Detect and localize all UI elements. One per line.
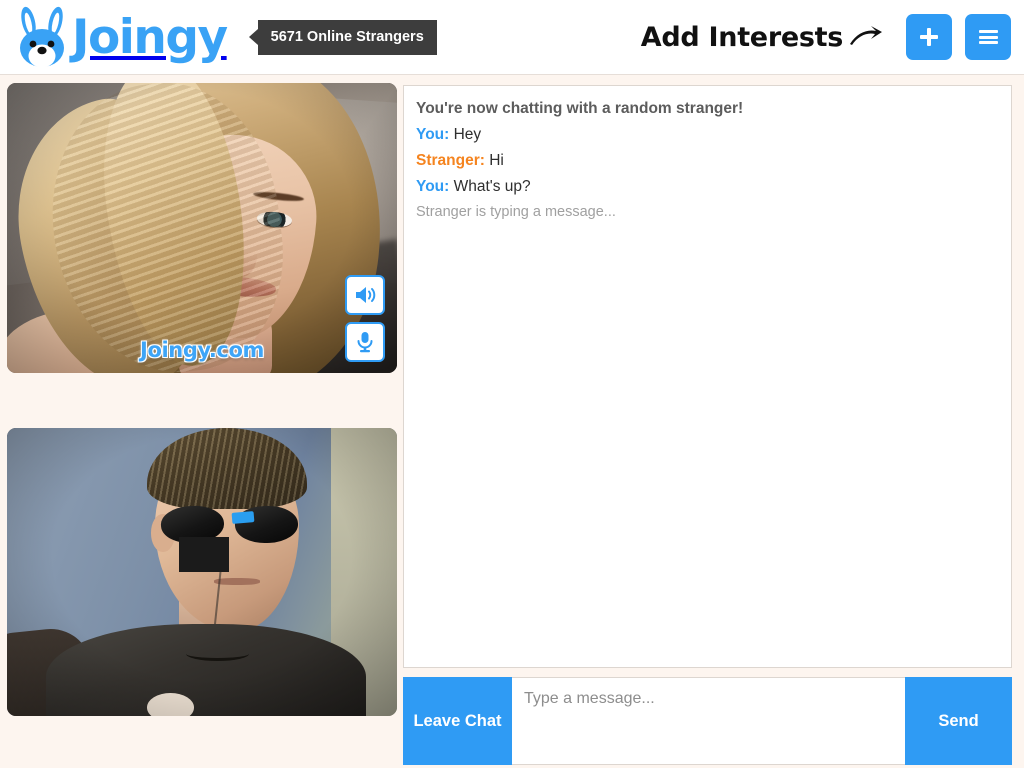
header-actions: Add Interests bbox=[641, 14, 1011, 60]
message-composer: Leave Chat Send bbox=[403, 677, 1012, 765]
message-input[interactable] bbox=[512, 677, 905, 765]
online-strangers-badge: 5671 Online Strangers bbox=[248, 19, 437, 55]
message-text: Hey bbox=[453, 126, 482, 144]
send-button[interactable]: Send bbox=[905, 677, 1012, 765]
typing-indicator: Stranger is typing a message... bbox=[416, 204, 616, 221]
self-video[interactable] bbox=[7, 428, 397, 716]
microphone-icon[interactable] bbox=[345, 322, 385, 362]
message-author: Stranger: bbox=[416, 152, 485, 170]
add-interests-button[interactable] bbox=[906, 14, 952, 60]
video-controls bbox=[345, 275, 385, 362]
message-author: You: bbox=[416, 126, 450, 144]
logo-text: Joingy bbox=[72, 9, 228, 65]
curved-arrow-icon bbox=[850, 26, 882, 45]
message-text: What's up? bbox=[453, 178, 531, 196]
message-author: You: bbox=[416, 178, 450, 196]
chat-system-message: You're now chatting with a random strang… bbox=[416, 100, 744, 117]
stranger-video-frame bbox=[7, 83, 397, 373]
hamburger-menu-icon bbox=[978, 30, 998, 44]
bunny-icon bbox=[20, 6, 64, 68]
self-video-frame bbox=[7, 428, 397, 716]
plus-icon bbox=[920, 28, 938, 46]
message-text: Hi bbox=[489, 152, 504, 170]
chat-message: You: What's up? bbox=[416, 174, 999, 200]
stranger-video[interactable]: Joingy.com bbox=[7, 83, 397, 373]
online-strangers-count: 5671 Online Strangers bbox=[257, 19, 437, 55]
site-header: Joingy 5671 Online Strangers Add Interes… bbox=[0, 0, 1024, 75]
leave-chat-button[interactable]: Leave Chat bbox=[403, 677, 512, 765]
menu-button[interactable] bbox=[965, 14, 1011, 60]
chat-message: You: Hey bbox=[416, 122, 999, 148]
joingy-watermark: Joingy.com bbox=[140, 338, 264, 362]
site-logo[interactable]: Joingy bbox=[14, 6, 228, 68]
speaker-icon[interactable] bbox=[345, 275, 385, 315]
chat-log[interactable]: You're now chatting with a random strang… bbox=[403, 85, 1012, 668]
chat-message: Stranger: Hi bbox=[416, 148, 999, 174]
badge-arrow-icon bbox=[248, 29, 258, 45]
joingy-video-chat-page: Joingy 5671 Online Strangers Add Interes… bbox=[0, 0, 1024, 768]
add-interests-label[interactable]: Add Interests bbox=[641, 22, 844, 53]
video-column: Joingy.com bbox=[7, 83, 397, 716]
